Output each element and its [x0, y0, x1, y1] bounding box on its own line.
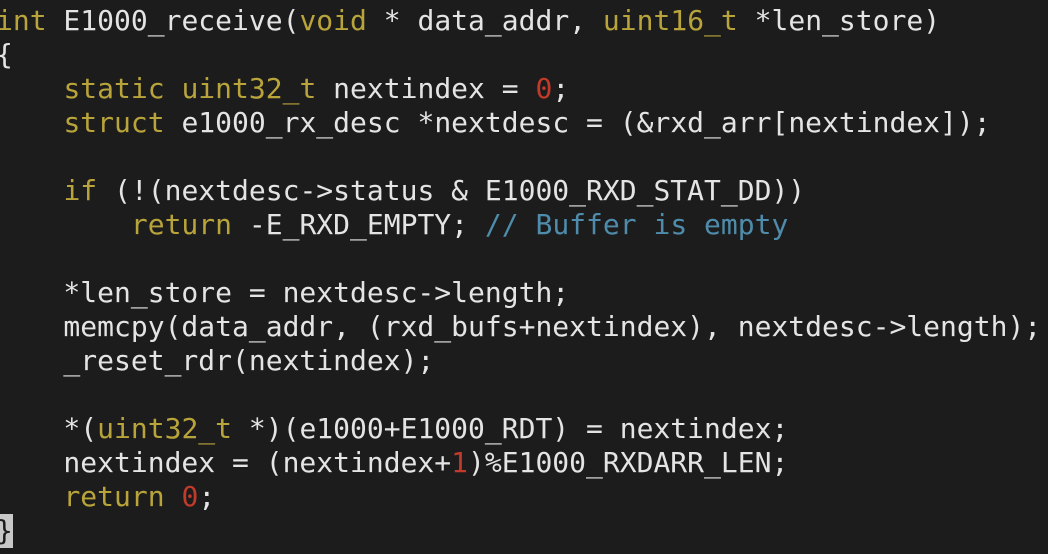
code-line: nextindex = (nextindex+1)%E1000_RXDARR_L… [0, 446, 1048, 480]
code-token-default: nextindex = [316, 72, 536, 105]
code-line: static uint32_t nextindex = 0; [0, 72, 1048, 106]
code-token-keyword: return [63, 480, 165, 513]
code-token-default [0, 480, 63, 513]
code-token-keyword: uint16_t [602, 4, 738, 37]
code-line: } [0, 514, 1048, 548]
code-line: return -E_RXD_EMPTY; // Buffer is empty [0, 208, 1048, 242]
code-token-default: e1000_rx_desc *nextdesc = (&rxd_arr[next… [164, 106, 991, 139]
code-line: *len_store = nextdesc->length; [0, 276, 1048, 310]
code-token-keyword: static [63, 72, 165, 105]
text-cursor: } [0, 514, 13, 548]
code-token-keyword: struct [63, 106, 165, 139]
code-token-default [0, 106, 63, 139]
code-token-default: *len_store = nextdesc->length; [0, 276, 570, 309]
code-line: return 0; [0, 480, 1048, 514]
code-token-keyword: if [63, 174, 98, 207]
code-token-default [0, 208, 131, 241]
code-token-keyword: uint32_t [97, 412, 233, 445]
code-token-default [165, 480, 182, 513]
code-token-default: nextindex = (nextindex+ [0, 446, 452, 479]
code-token-default: *)(e1000+E1000_RDT) = nextindex; [232, 412, 789, 445]
code-token-number: 1 [451, 446, 469, 479]
code-editor[interactable]: int E1000_receive(void * data_addr, uint… [0, 0, 1048, 554]
code-line: { [0, 38, 1048, 72]
code-token-number: 0 [181, 480, 199, 513]
code-line: struct e1000_rx_desc *nextdesc = (&rxd_a… [0, 106, 1048, 140]
code-line: int E1000_receive(void * data_addr, uint… [0, 4, 1048, 38]
code-token-default [0, 72, 63, 105]
code-token-default: * data_addr, [366, 4, 603, 37]
code-token-default: ; [198, 480, 216, 513]
code-token-default: *len_store) [737, 4, 941, 37]
code-token-number: 0 [535, 72, 553, 105]
code-token-default: (!(nextdesc->status & E1000_RXD_STAT_DD)… [97, 174, 806, 207]
code-token-comment: // Buffer is empty [484, 208, 789, 241]
code-token-default [0, 174, 63, 207]
code-token-keyword: return [130, 208, 233, 241]
code-line: if (!(nextdesc->status & E1000_RXD_STAT_… [0, 174, 1048, 208]
code-line: memcpy(data_addr, (rxd_bufs+nextindex), … [0, 310, 1048, 344]
code-token-keyword: void [299, 4, 367, 37]
code-line: *(uint32_t *)(e1000+E1000_RDT) = nextind… [0, 412, 1048, 446]
code-token-default: -E_RXD_EMPTY; [232, 208, 485, 241]
code-token-default: memcpy(data_addr, (rxd_bufs+nextindex), … [0, 310, 1042, 343]
code-token-default: ; [552, 72, 570, 105]
code-token-default: *( [0, 412, 98, 445]
code-token-default: E1000_receive( [46, 4, 300, 37]
code-token-default [165, 72, 182, 105]
code-token-default: { [0, 38, 13, 71]
code-line: _reset_rdr(nextindex); [0, 344, 1048, 378]
code-token-keyword: int [0, 4, 47, 37]
code-token-keyword: uint32_t [181, 72, 317, 105]
code-token-default: )%E1000_RXDARR_LEN; [468, 446, 789, 479]
code-token-default: _reset_rdr(nextindex); [0, 344, 435, 377]
